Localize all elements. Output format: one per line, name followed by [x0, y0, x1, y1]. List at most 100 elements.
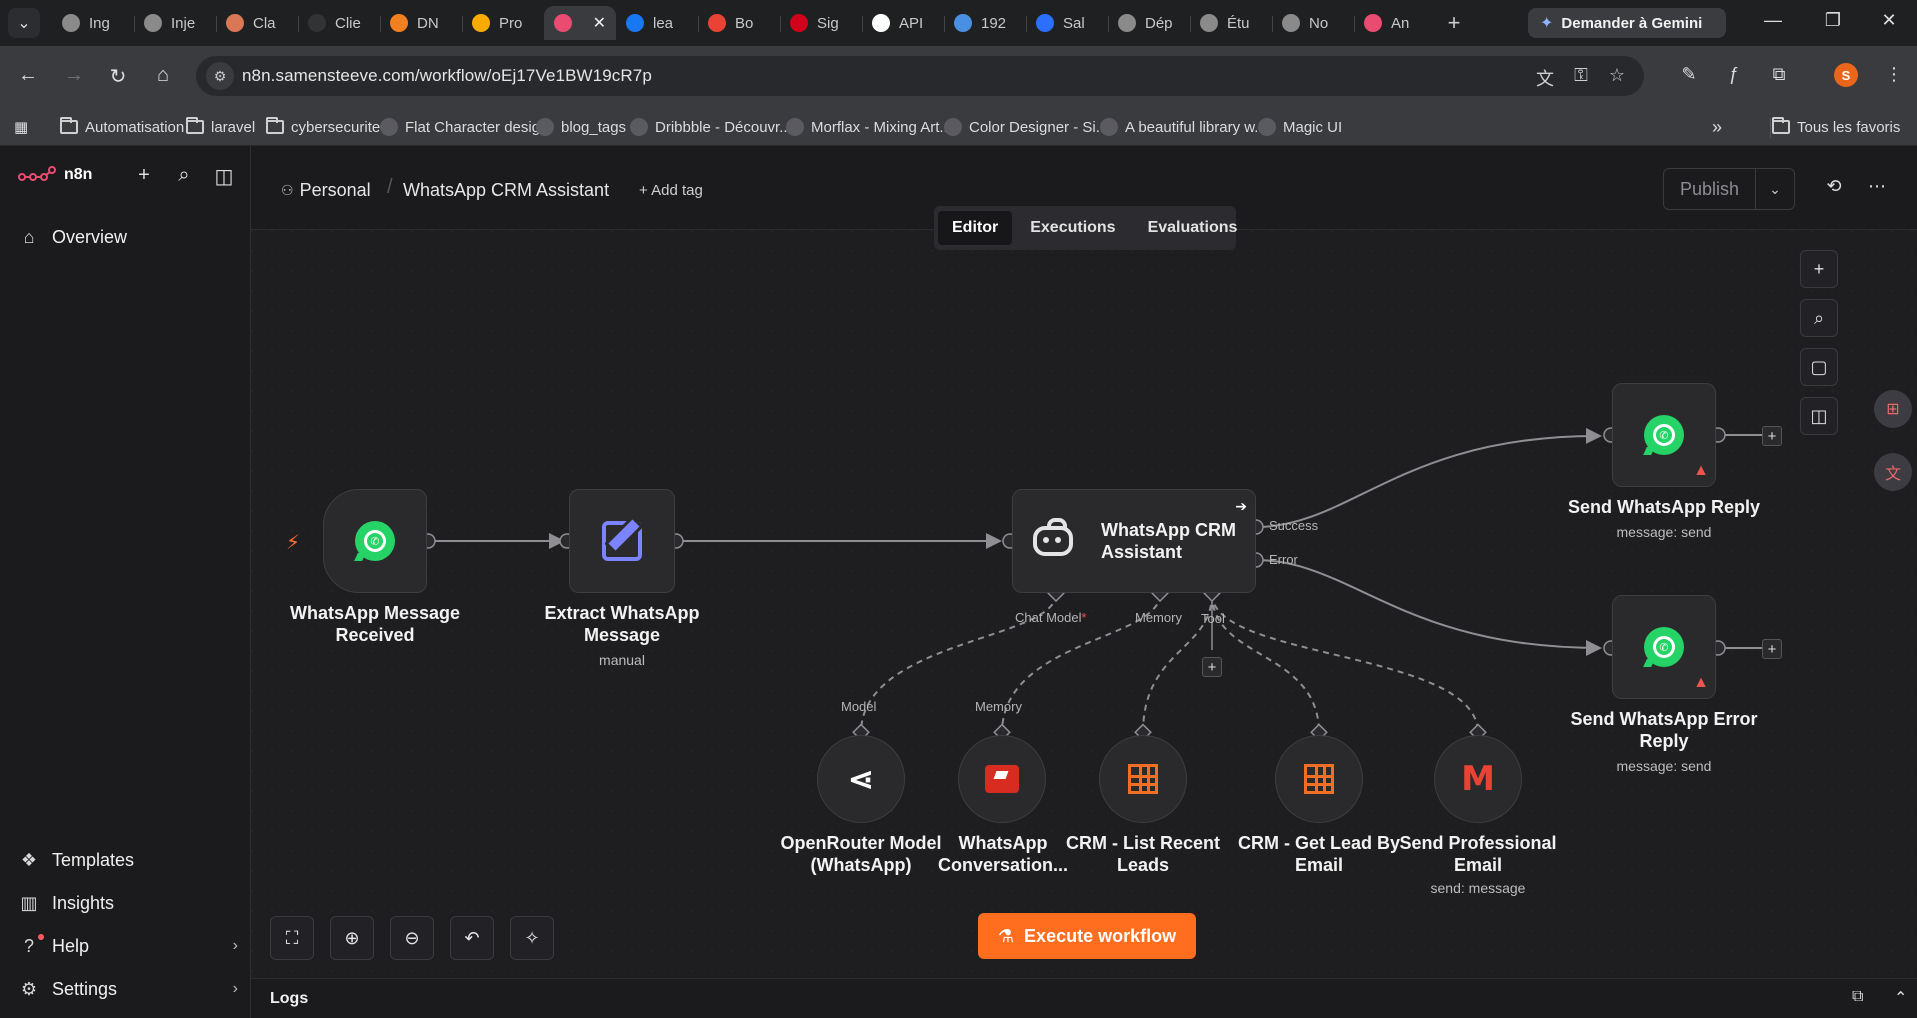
formula-extension-icon[interactable]: ƒ	[1720, 64, 1748, 85]
node-openrouter[interactable]: ⋖	[817, 735, 905, 823]
bookmark-item[interactable]: laravel	[186, 114, 255, 140]
site-info-icon[interactable]: ⚙	[206, 62, 234, 90]
browser-tab[interactable]: Bo	[698, 6, 780, 40]
new-tab-icon[interactable]: +	[1436, 6, 1472, 40]
panel-toggle-icon[interactable]: ◫	[1800, 397, 1838, 435]
minimize-icon[interactable]: —	[1758, 10, 1788, 31]
open-subworkflow-icon[interactable]: ➔	[1235, 498, 1247, 515]
sidebar-item-insights[interactable]: ▥ Insights	[18, 888, 238, 918]
password-key-icon[interactable]: ⚿	[1568, 65, 1594, 86]
bookmark-item[interactable]: Automatisation	[60, 114, 184, 140]
browser-tab[interactable]: Ing	[52, 6, 134, 40]
home-icon[interactable]: ⌂	[149, 64, 177, 87]
browser-tab[interactable]: lea	[616, 6, 698, 40]
node-memory[interactable]	[958, 735, 1046, 823]
logs-panel[interactable]: Logs ⧉ ⌃	[251, 978, 1917, 1018]
browser-tab[interactable]: Clie	[298, 6, 380, 40]
bookmark-item[interactable]: Morflax - Mixing Art...	[786, 114, 952, 140]
n8n-logo[interactable]: n8n	[18, 166, 92, 184]
back-icon[interactable]: ←	[14, 64, 42, 87]
chevron-down-icon[interactable]: ⌄	[1756, 169, 1794, 209]
workflow-canvas[interactable]: ⚡ ✆ WhatsApp Message Received Extract Wh…	[251, 230, 1917, 978]
bookmark-item[interactable]: Color Designer - Si...	[944, 114, 1108, 140]
forward-icon[interactable]: →	[60, 64, 88, 87]
bookmark-star-icon[interactable]: ☆	[1604, 65, 1630, 86]
close-window-icon[interactable]: ✕	[1874, 10, 1904, 31]
sidebar-item-templates[interactable]: ❖ Templates	[18, 845, 238, 875]
browser-tab[interactable]: Cla	[216, 6, 298, 40]
extensions-icon[interactable]: ⧉	[1765, 64, 1793, 85]
more-options-icon[interactable]: ⋯	[1864, 176, 1890, 197]
browser-tab[interactable]: DN	[380, 6, 462, 40]
bookmark-item[interactable]: cybersecurite	[266, 114, 380, 140]
execute-workflow-button[interactable]: ⚗ Execute workflow	[978, 913, 1196, 959]
node-get-lead[interactable]	[1275, 735, 1363, 823]
history-icon[interactable]: ⟲	[1821, 176, 1847, 197]
translate-icon[interactable]: 文	[1532, 65, 1558, 91]
chrome-menu-icon[interactable]: ⋮	[1880, 64, 1908, 85]
browser-tab[interactable]: Dép	[1108, 6, 1190, 40]
ask-gemini-button[interactable]: ✦ Demander à Gemini	[1528, 8, 1726, 38]
chevron-up-icon[interactable]: ⌃	[1894, 988, 1907, 1008]
browser-tab[interactable]: 192	[944, 6, 1026, 40]
breadcrumb-project[interactable]: ⚇ Personal	[281, 180, 371, 201]
extension-widget-icon[interactable]: ⊞	[1874, 390, 1912, 428]
add-node-after-error-button[interactable]: +	[1762, 639, 1782, 659]
bookmark-item[interactable]: A beautiful library w...	[1100, 114, 1267, 140]
restore-icon[interactable]: ❐	[1818, 10, 1848, 31]
node-error-reply[interactable]: ✆ ▲	[1612, 595, 1716, 699]
more-bookmarks-icon[interactable]: »	[1712, 114, 1722, 140]
zoom-out-icon[interactable]: ⊖	[390, 916, 434, 960]
browser-tab[interactable]: Inje	[134, 6, 216, 40]
sidebar-item-overview[interactable]: ⌂ Overview	[18, 222, 238, 252]
add-tool-button[interactable]: +	[1202, 657, 1222, 677]
translate-widget-icon[interactable]: 文	[1874, 453, 1912, 491]
apps-grid-icon[interactable]: ▦	[14, 114, 28, 140]
browser-tab[interactable]: API	[862, 6, 944, 40]
browser-tab[interactable]: Pro	[462, 6, 544, 40]
node-agent[interactable]: WhatsApp CRM Assistant ➔	[1012, 489, 1256, 593]
add-node-button[interactable]: +	[1800, 250, 1838, 288]
sidebar-item-settings[interactable]: ⚙ Settings ›	[18, 974, 238, 1004]
reload-icon[interactable]: ↻	[104, 64, 132, 89]
undo-icon[interactable]: ↶	[450, 916, 494, 960]
node-trigger[interactable]: ✆	[323, 489, 427, 593]
search-nodes-icon[interactable]: ⌕	[1800, 299, 1838, 337]
tidy-up-icon[interactable]: ✧	[510, 916, 554, 960]
bookmark-item[interactable]: Flat Character desig...	[380, 114, 553, 140]
node-email[interactable]: M	[1434, 735, 1522, 823]
add-tag-button[interactable]: + Add tag	[639, 182, 703, 199]
add-icon[interactable]: +	[131, 164, 157, 187]
sidebar-item-help[interactable]: ? Help ›	[18, 931, 238, 961]
tab-editor[interactable]: Editor	[938, 211, 1013, 245]
tab-evaluations[interactable]: Evaluations	[1134, 211, 1252, 245]
add-node-after-reply-button[interactable]: +	[1762, 426, 1782, 446]
browser-tab[interactable]: No	[1272, 6, 1354, 40]
node-extract[interactable]	[569, 489, 675, 593]
workflow-title[interactable]: WhatsApp CRM Assistant	[403, 180, 609, 201]
all-bookmarks[interactable]: Tous les favoris	[1772, 114, 1900, 140]
close-tab-icon[interactable]: ✕	[593, 13, 606, 33]
node-list-leads[interactable]	[1099, 735, 1187, 823]
browser-tab[interactable]: Étu	[1190, 6, 1272, 40]
tab-search-button[interactable]: ⌄	[8, 8, 40, 38]
zoom-in-icon[interactable]: ⊕	[330, 916, 374, 960]
address-bar[interactable]: ⚙ n8n.samensteeve.com/workflow/oEj17Ve1B…	[196, 56, 1644, 96]
search-icon[interactable]: ⌕	[171, 164, 197, 187]
sticky-note-icon[interactable]: ▢	[1800, 348, 1838, 386]
publish-button[interactable]: Publish	[1664, 169, 1756, 209]
node-reply[interactable]: ✆ ▲	[1612, 383, 1716, 487]
browser-tab[interactable]: An	[1354, 6, 1436, 40]
collapse-sidebar-icon[interactable]: ◫	[211, 164, 237, 189]
bookmark-item[interactable]: Dribbble - Découvr...	[630, 114, 792, 140]
browser-tab[interactable]: Sal	[1026, 6, 1108, 40]
tab-executions[interactable]: Executions	[1016, 211, 1129, 245]
pop-out-icon[interactable]: ⧉	[1852, 988, 1863, 1006]
browser-tab[interactable]: ✕	[544, 6, 616, 40]
fit-view-icon[interactable]: ⛶	[270, 916, 314, 960]
browser-tab[interactable]: Sig	[780, 6, 862, 40]
pen-extension-icon[interactable]: ✎	[1675, 64, 1703, 85]
bookmark-item[interactable]: Magic UI	[1258, 114, 1342, 140]
bookmark-item[interactable]: blog_tags	[536, 114, 626, 140]
profile-avatar[interactable]: S	[1834, 63, 1858, 87]
